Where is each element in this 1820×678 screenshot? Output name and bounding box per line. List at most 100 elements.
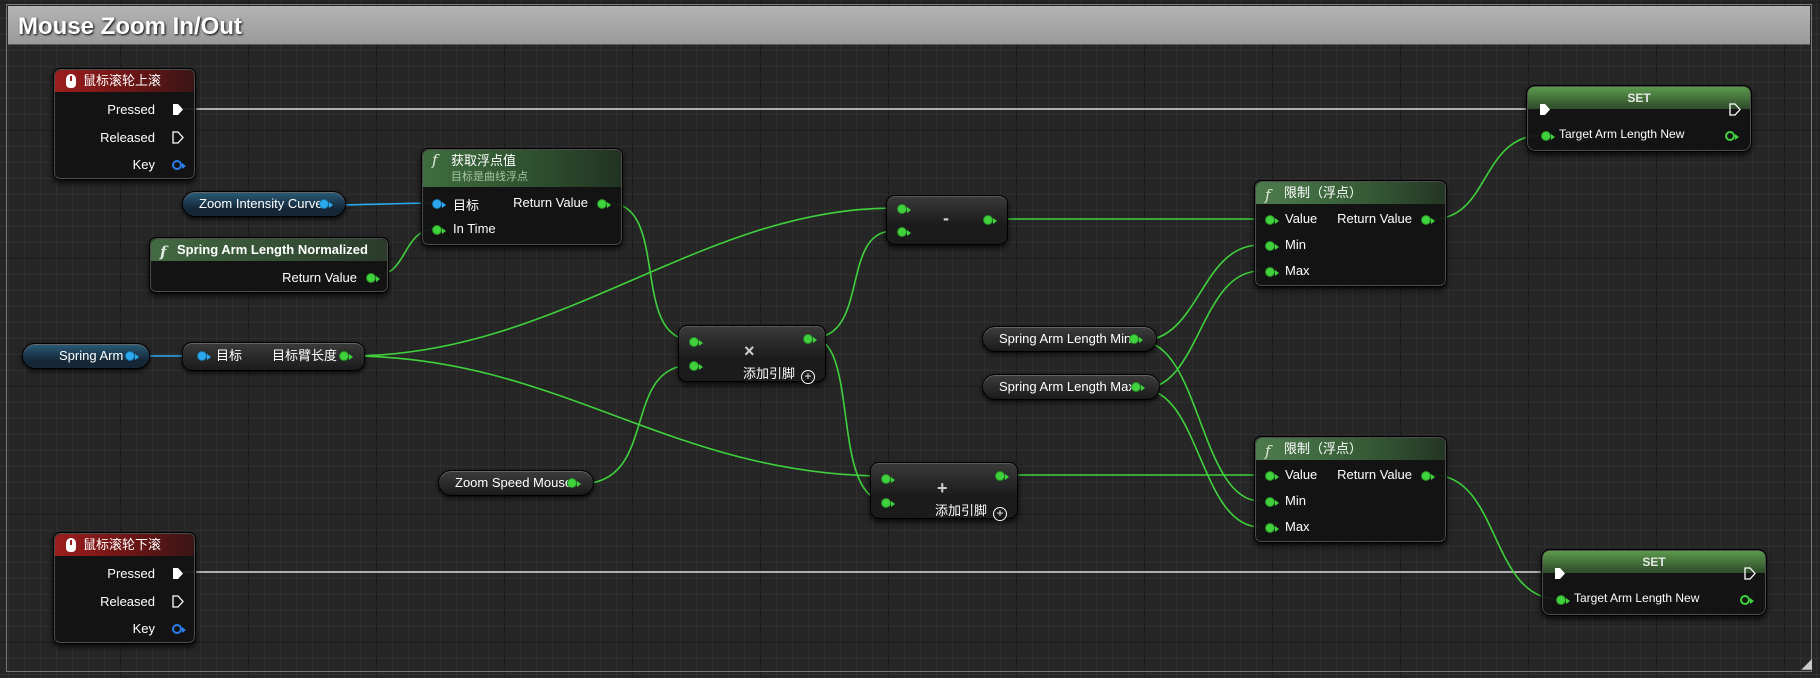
subtract-node[interactable]: - bbox=[886, 195, 1008, 245]
mouse-icon bbox=[66, 74, 76, 88]
pressed-pin-label: Pressed bbox=[107, 102, 155, 117]
multiply-add-pin-button[interactable]: 添加引脚 + bbox=[743, 363, 816, 384]
zoom-intensity-curve-variable[interactable]: Zoom Intensity Curve bbox=[182, 191, 346, 217]
wheel-down-event-node[interactable]: 鼠标滚轮下滚 Pressed Released Key bbox=[53, 532, 196, 644]
multiply-output-pin[interactable] bbox=[803, 334, 817, 344]
set-top-node[interactable]: SET Target Arm Length New bbox=[1526, 85, 1752, 152]
return-value-pin-label: Return Value bbox=[1337, 467, 1412, 482]
return-value-output-pin[interactable] bbox=[1421, 471, 1435, 481]
multiply-input-b-pin[interactable] bbox=[689, 361, 703, 371]
released-exec-pin[interactable] bbox=[172, 595, 184, 608]
clamp-float-bottom-header[interactable]: f 限制（浮点） bbox=[1256, 438, 1445, 460]
min-input-pin[interactable] bbox=[1265, 497, 1279, 507]
subtract-input-b-pin[interactable] bbox=[897, 227, 911, 237]
target-pin-label: 目标 bbox=[453, 198, 480, 213]
wire-max-clampbottom[interactable] bbox=[1141, 388, 1261, 528]
get-float-value-header[interactable]: f 获取浮点值 目标是曲线浮点 bbox=[423, 150, 621, 187]
target-arm-length-new-input-pin[interactable] bbox=[1556, 595, 1570, 605]
add-input-b-pin[interactable] bbox=[881, 498, 895, 508]
key-pin[interactable] bbox=[172, 624, 186, 634]
target-arm-length-getter-node[interactable]: 目标 目标臂长度 bbox=[182, 342, 365, 371]
wire-clampbottom-set[interactable] bbox=[1432, 474, 1559, 600]
return-value-output-pin[interactable] bbox=[597, 199, 611, 209]
in-time-pin-label: In Time bbox=[453, 221, 496, 236]
clamp-float-top-title: 限制（浮点） bbox=[1284, 185, 1363, 200]
pressed-exec-pin[interactable] bbox=[172, 567, 184, 580]
spring-arm-length-min-output-pin[interactable] bbox=[1129, 334, 1143, 344]
spring-arm-length-max-label: Spring Arm Length Max bbox=[999, 379, 1135, 394]
set-bottom-header[interactable]: SET bbox=[1543, 551, 1765, 573]
add-node[interactable]: + 添加引脚 + bbox=[870, 462, 1018, 521]
get-float-value-title: 获取浮点值 bbox=[451, 153, 517, 168]
max-input-pin[interactable] bbox=[1265, 523, 1279, 533]
released-exec-pin[interactable] bbox=[172, 131, 184, 144]
target-arm-length-output-pin[interactable] bbox=[339, 351, 353, 361]
spring-arm-length-min-variable[interactable]: Spring Arm Length Min bbox=[982, 326, 1157, 352]
min-input-pin[interactable] bbox=[1265, 241, 1279, 251]
get-float-value-subtitle: 目标是曲线浮点 bbox=[451, 171, 528, 183]
wire-min-clampbottom[interactable] bbox=[1139, 340, 1261, 502]
spring-arm-length-normalized-title: Spring Arm Length Normalized bbox=[177, 242, 368, 257]
zoom-speed-mouse-output-pin[interactable] bbox=[567, 478, 581, 488]
max-input-pin[interactable] bbox=[1265, 267, 1279, 277]
in-time-input-pin[interactable] bbox=[432, 225, 446, 235]
wire-min-clamptop[interactable] bbox=[1139, 244, 1261, 342]
wire-zoomspeed-multiply[interactable] bbox=[579, 364, 693, 485]
multiply-input-a-pin[interactable] bbox=[689, 337, 703, 347]
clamp-float-top-header[interactable]: f 限制（浮点） bbox=[1256, 182, 1445, 204]
plus-circle-icon: + bbox=[801, 370, 816, 384]
wheel-up-event-header[interactable]: 鼠标滚轮上滚 bbox=[55, 70, 194, 92]
value-input-pin[interactable] bbox=[1265, 471, 1279, 481]
spring-arm-length-max-output-pin[interactable] bbox=[1131, 382, 1145, 392]
subtract-output-pin[interactable] bbox=[983, 215, 997, 225]
target-input-pin[interactable] bbox=[432, 199, 446, 209]
set-exec-output-pin[interactable] bbox=[1744, 567, 1756, 580]
max-pin-label: Max bbox=[1285, 519, 1310, 534]
value-input-pin[interactable] bbox=[1265, 215, 1279, 225]
target-arm-length-new-output-pin[interactable] bbox=[1725, 131, 1739, 141]
spring-arm-length-normalized-header[interactable]: f Spring Arm Length Normalized bbox=[151, 239, 387, 261]
set-exec-output-pin[interactable] bbox=[1729, 103, 1741, 116]
mouse-icon bbox=[66, 538, 76, 552]
set-exec-input-pin[interactable] bbox=[1539, 103, 1551, 116]
set-top-title: SET bbox=[1627, 91, 1651, 105]
add-add-pin-button[interactable]: 添加引脚 + bbox=[935, 500, 1008, 521]
return-value-pin-label: Return Value bbox=[513, 195, 588, 210]
get-float-value-node[interactable]: f 获取浮点值 目标是曲线浮点 目标 Return Value In Time bbox=[421, 148, 623, 246]
target-arm-length-new-input-pin[interactable] bbox=[1541, 131, 1555, 141]
return-value-output-pin[interactable] bbox=[1421, 215, 1435, 225]
set-bottom-node[interactable]: SET Target Arm Length New bbox=[1541, 549, 1767, 616]
plus-circle-icon: + bbox=[993, 507, 1008, 521]
target-pin-label: 目标 bbox=[216, 348, 243, 363]
function-icon: f bbox=[1265, 186, 1271, 204]
target-input-pin[interactable] bbox=[197, 351, 211, 361]
multiply-node[interactable]: × 添加引脚 + bbox=[678, 325, 826, 384]
set-exec-input-pin[interactable] bbox=[1554, 567, 1566, 580]
subtract-input-a-pin[interactable] bbox=[897, 204, 911, 214]
spring-arm-length-max-variable[interactable]: Spring Arm Length Max bbox=[982, 374, 1160, 400]
zoom-speed-mouse-variable[interactable]: Zoom Speed Mouse bbox=[438, 470, 594, 496]
target-arm-length-new-label: Target Arm Length New bbox=[1574, 591, 1700, 605]
clamp-float-bottom-title: 限制（浮点） bbox=[1284, 441, 1363, 456]
zoom-speed-mouse-label: Zoom Speed Mouse bbox=[455, 475, 573, 490]
add-operator: + bbox=[937, 478, 948, 498]
spring-arm-length-normalized-node[interactable]: f Spring Arm Length Normalized Return Va… bbox=[149, 237, 389, 293]
clamp-float-bottom-node[interactable]: f 限制（浮点） Value Return Value Min Max bbox=[1254, 436, 1447, 543]
return-value-output-pin[interactable] bbox=[366, 273, 380, 283]
key-pin[interactable] bbox=[172, 160, 186, 170]
add-output-pin[interactable] bbox=[995, 471, 1009, 481]
spring-arm-variable[interactable]: Spring Arm bbox=[22, 343, 150, 369]
add-input-a-pin[interactable] bbox=[881, 474, 895, 484]
add-pin-label: 添加引脚 bbox=[935, 503, 988, 518]
set-bottom-title: SET bbox=[1642, 555, 1666, 569]
wire-max-clamptop[interactable] bbox=[1141, 270, 1261, 390]
set-top-header[interactable]: SET bbox=[1528, 87, 1750, 109]
wire-multiply-subtract[interactable] bbox=[811, 230, 894, 339]
pressed-exec-pin[interactable] bbox=[172, 103, 184, 116]
wheel-up-event-node[interactable]: 鼠标滚轮上滚 Pressed Released Key bbox=[53, 68, 196, 180]
zoom-intensity-curve-output-pin[interactable] bbox=[319, 199, 333, 209]
target-arm-length-new-output-pin[interactable] bbox=[1740, 595, 1754, 605]
wheel-down-event-header[interactable]: 鼠标滚轮下滚 bbox=[55, 534, 194, 556]
clamp-float-top-node[interactable]: f 限制（浮点） Value Return Value Min Max bbox=[1254, 180, 1447, 287]
spring-arm-output-pin[interactable] bbox=[125, 351, 139, 361]
